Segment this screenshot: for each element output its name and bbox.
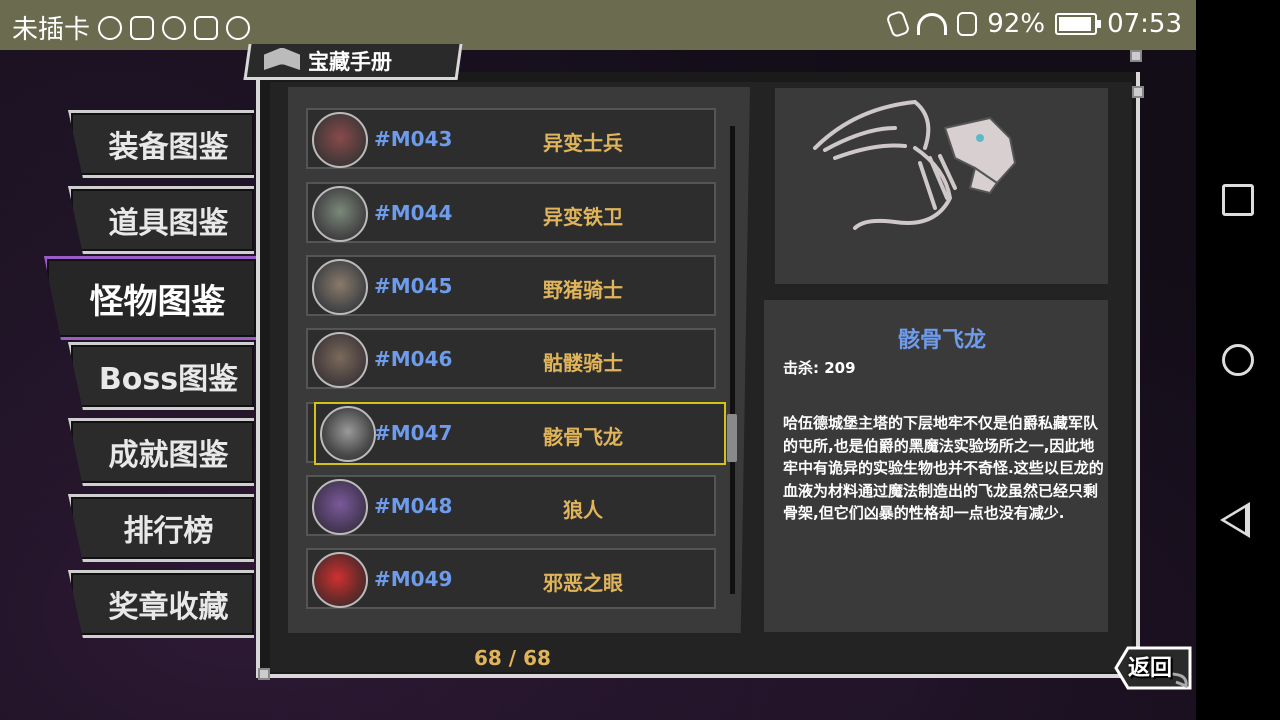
list-item[interactable]: #M048 狼人	[306, 475, 716, 536]
list-item[interactable]: #M043 异变士兵	[306, 108, 716, 169]
kill-count: 击杀: 209	[783, 359, 856, 377]
monster-portrait	[312, 332, 368, 388]
list-scrollbar-thumb[interactable]	[727, 414, 737, 462]
vpn-icon	[98, 15, 123, 40]
battery-icon	[1055, 13, 1102, 35]
monster-portrait	[312, 112, 368, 168]
monster-portrait	[320, 406, 376, 462]
monster-code: #M049	[374, 567, 453, 591]
tab-achievements[interactable]: 成就图鉴	[68, 418, 254, 486]
frame-rivet	[1132, 86, 1144, 98]
monster-name: 狼人	[563, 498, 603, 522]
back-button[interactable]: 返回	[1128, 650, 1172, 682]
monster-name: 骷髅骑士	[543, 351, 623, 375]
navigation-bar	[1196, 0, 1280, 720]
frame-rivet	[258, 668, 270, 680]
wifi-icon	[917, 13, 948, 35]
monster-name: 骸骨飞龙	[543, 425, 623, 449]
monster-portrait	[312, 479, 368, 535]
hotspot-icon	[162, 15, 187, 40]
sim-icon	[957, 12, 978, 36]
sync-icon	[226, 15, 251, 40]
tab-monsters[interactable]: 怪物图鉴	[44, 256, 256, 340]
list-item[interactable]: #M046 骷髅骑士	[306, 328, 716, 389]
monster-code: #M043	[374, 127, 453, 151]
home-icon[interactable]	[1222, 344, 1254, 376]
monster-portrait	[312, 186, 368, 242]
frame-rivet	[1130, 50, 1142, 62]
list-item-selected[interactable]: #M047 骸骨飞龙	[314, 402, 726, 465]
monster-portrait	[312, 259, 368, 315]
monster-code: #M047	[374, 421, 453, 445]
page-title: 宝藏手册	[308, 50, 392, 74]
monster-preview-panel	[775, 88, 1108, 284]
tab-items[interactable]: 道具图鉴	[68, 186, 254, 254]
monster-code: #M046	[374, 347, 453, 371]
monster-portrait	[312, 552, 368, 608]
monster-name: 异变士兵	[543, 131, 623, 155]
page-count: 68 / 68	[474, 646, 551, 670]
status-bar: 未插卡 92% 07:53	[0, 0, 1196, 50]
tab-medals[interactable]: 奖章收藏	[68, 570, 254, 638]
tab-equipment[interactable]: 装备图鉴	[68, 110, 254, 178]
recent-apps-icon[interactable]	[1222, 184, 1254, 216]
monster-name: 野猪骑士	[543, 278, 623, 302]
monster-name: 异变铁卫	[543, 205, 623, 229]
monster-code: #M048	[374, 494, 453, 518]
list-scrollbar[interactable]	[730, 126, 735, 594]
monster-code: #M045	[374, 274, 453, 298]
tab-leaderboard[interactable]: 排行榜	[68, 494, 254, 562]
battery-percent: 92%	[987, 9, 1046, 39]
list-item[interactable]: #M044 异变铁卫	[306, 182, 716, 243]
image-icon	[194, 15, 219, 40]
monster-name: 邪恶之眼	[543, 571, 623, 595]
monster-description: 哈伍德城堡主塔的下层地牢不仅是伯爵私藏军队的屯所,也是伯爵的黑魔法实验场所之一,…	[783, 414, 1104, 522]
list-item[interactable]: #M045 野猪骑士	[306, 255, 716, 316]
carrier-text: 未插卡	[12, 15, 91, 45]
vibrate-icon	[885, 9, 911, 39]
bone-dragon-illustration	[813, 99, 1017, 230]
back-nav-icon[interactable]	[1220, 502, 1250, 538]
monster-code: #M044	[374, 201, 453, 225]
list-item[interactable]: #M049 邪恶之眼	[306, 548, 716, 609]
tab-boss[interactable]: Boss图鉴	[68, 342, 254, 410]
game-controller-icon	[130, 15, 155, 40]
clock: 07:53	[1107, 9, 1182, 39]
monster-detail-name: 骸骨飞龙	[897, 328, 986, 353]
